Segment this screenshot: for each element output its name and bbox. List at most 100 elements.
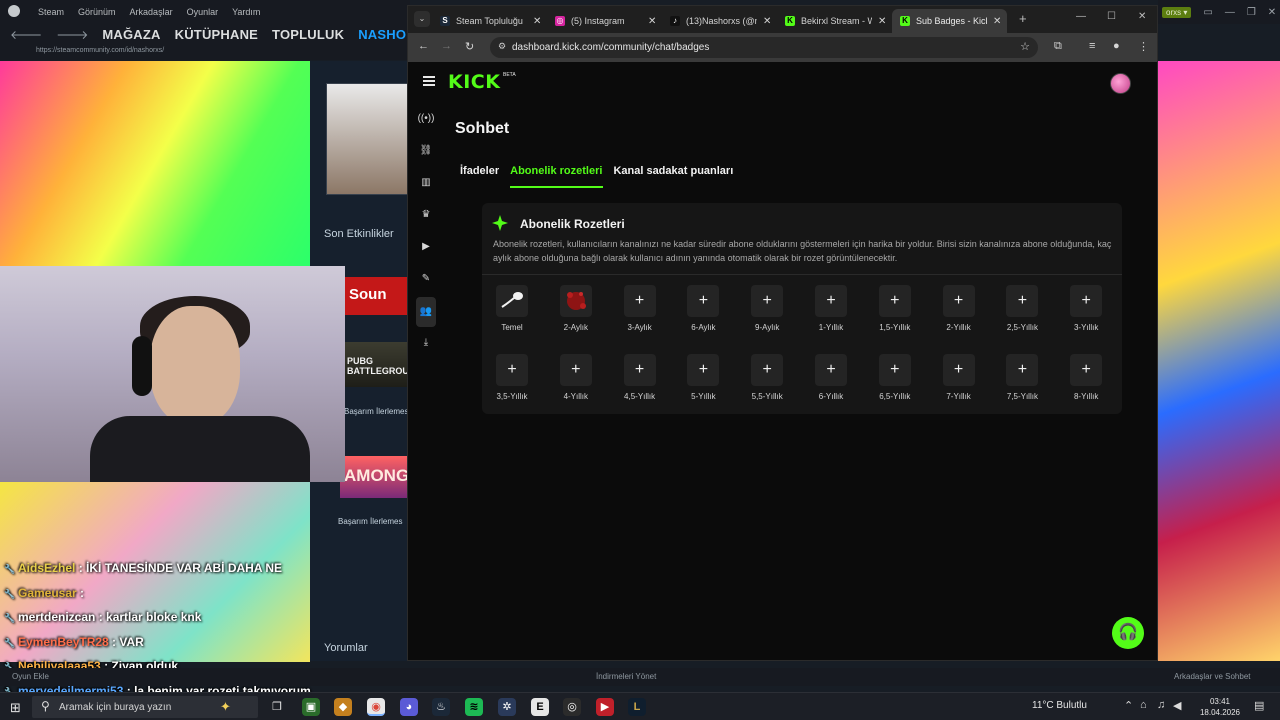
- discord-icon[interactable]: ◕: [400, 698, 418, 716]
- trophy-icon[interactable]: ♛: [416, 205, 436, 225]
- address-url[interactable]: dashboard.kick.com/community/chat/badges: [512, 42, 709, 53]
- restore-icon[interactable]: ❐: [1247, 7, 1256, 18]
- weather-widget[interactable]: 11°C Bulutlu: [1032, 700, 1087, 711]
- browser-tab[interactable]: ♪ (13)Nashorxs (@na ✕: [662, 9, 777, 33]
- youtube-icon[interactable]: ▶: [596, 698, 614, 716]
- browser-menu-icon[interactable]: ⋮: [1138, 40, 1149, 53]
- app-icon[interactable]: ✲: [498, 698, 516, 716]
- tab-search-icon[interactable]: ⌄: [414, 11, 430, 27]
- back-icon[interactable]: ←: [418, 40, 429, 52]
- badge-slot[interactable]: +2,5-Yıllık: [992, 285, 1052, 337]
- browser-tab[interactable]: K Bekirxl Stream - W ✕: [777, 9, 892, 33]
- analytics-icon[interactable]: ▥: [416, 173, 436, 193]
- forward-arrow-icon[interactable]: 🡒: [56, 27, 88, 42]
- download-icon[interactable]: ⤓: [416, 333, 436, 353]
- friends-chat-button[interactable]: Arkadaşlar ve Sohbet: [1174, 672, 1251, 681]
- taskbar-search[interactable]: ⚲ Aramak için buraya yazın ✦: [32, 696, 258, 718]
- steam-user-chip[interactable]: orxs ▾: [1162, 6, 1192, 18]
- add-badge-button[interactable]: +: [1006, 285, 1039, 317]
- network-icon[interactable]: ⌂: [1140, 699, 1147, 711]
- chrome-icon[interactable]: ◉: [367, 698, 385, 716]
- taskbar-clock[interactable]: 03:41 18.04.2026: [1198, 696, 1242, 718]
- minimize-icon[interactable]: —: [1076, 11, 1086, 22]
- add-badge-button[interactable]: +: [496, 354, 528, 386]
- forward-icon[interactable]: →: [441, 40, 452, 52]
- reload-icon[interactable]: ↻: [465, 40, 474, 53]
- wrench-icon[interactable]: ✎: [416, 269, 436, 289]
- new-tab-button[interactable]: +: [1019, 11, 1027, 26]
- add-badge-button[interactable]: +: [751, 354, 784, 386]
- add-badge-button[interactable]: +: [1006, 354, 1039, 386]
- base-badge-image[interactable]: [496, 285, 528, 317]
- steam-menu-help[interactable]: Yardım: [232, 7, 260, 17]
- tab-close-icon[interactable]: ✕: [533, 16, 547, 27]
- back-arrow-icon[interactable]: 🡐: [10, 27, 42, 42]
- windows-start-icon[interactable]: ⊞: [10, 700, 21, 716]
- minimize-icon[interactable]: —: [1225, 7, 1235, 18]
- kick-logo[interactable]: KICK: [448, 71, 500, 93]
- badge-slot[interactable]: +7-Yıllık: [929, 354, 989, 406]
- add-badge-button[interactable]: +: [623, 285, 656, 317]
- browser-tab[interactable]: K Sub Badges - Kick ✕: [892, 9, 1007, 33]
- add-badge-button[interactable]: +: [687, 285, 720, 317]
- epic-icon[interactable]: E: [531, 698, 549, 716]
- obs-icon[interactable]: ◎: [563, 698, 581, 716]
- profile-icon[interactable]: ●: [1113, 40, 1120, 52]
- tray-arrow-icon[interactable]: ⌃: [1124, 699, 1133, 712]
- hamburger-menu-icon[interactable]: [423, 76, 435, 86]
- minecraft-icon[interactable]: ▣: [302, 698, 320, 716]
- close-window-icon[interactable]: ✕: [1138, 11, 1146, 22]
- video-icon[interactable]: ▶: [416, 237, 436, 257]
- add-badge-button[interactable]: +: [559, 354, 592, 386]
- close-icon[interactable]: ✕: [1268, 7, 1276, 18]
- steam-menu-friends[interactable]: Arkadaşlar: [130, 7, 173, 17]
- tab-channel-points[interactable]: Kanal sadakat puanları: [613, 165, 733, 185]
- bookmark-star-icon[interactable]: ☆: [1020, 40, 1030, 53]
- add-badge-button[interactable]: +: [942, 285, 975, 317]
- badge-slot[interactable]: +1-Yıllık: [801, 285, 861, 337]
- add-badge-button[interactable]: +: [751, 285, 784, 317]
- tab-close-icon[interactable]: ✕: [993, 16, 1007, 27]
- badge-slot[interactable]: +3,5-Yıllık: [482, 354, 542, 406]
- add-badge-button[interactable]: +: [942, 354, 975, 386]
- two-month-badge-image[interactable]: [559, 285, 592, 317]
- badge-slot[interactable]: +6-Aylık: [673, 285, 733, 337]
- notification-icon[interactable]: ▤: [1254, 699, 1264, 712]
- extensions-icon[interactable]: ⧉: [1054, 40, 1062, 53]
- add-badge-button[interactable]: +: [815, 354, 847, 386]
- add-badge-button[interactable]: +: [1070, 354, 1103, 386]
- broadcast-icon[interactable]: ((•)): [416, 109, 436, 129]
- badge-slot[interactable]: +3-Aylık: [610, 285, 670, 337]
- badge-slot[interactable]: +4-Yıllık: [546, 354, 606, 406]
- maximize-icon[interactable]: ☐: [1107, 11, 1116, 22]
- add-badge-button[interactable]: +: [878, 354, 911, 386]
- add-badge-button[interactable]: +: [687, 354, 720, 386]
- steam-icon[interactable]: ♨: [432, 698, 450, 716]
- tab-close-icon[interactable]: ✕: [763, 16, 777, 27]
- league-icon[interactable]: L: [628, 698, 646, 716]
- link-icon[interactable]: ⛓: [416, 141, 436, 161]
- add-badge-button[interactable]: +: [815, 285, 847, 317]
- badge-slot[interactable]: +2-Yıllık: [929, 285, 989, 337]
- task-view-icon[interactable]: ❐: [268, 698, 286, 716]
- tab-close-icon[interactable]: ✕: [648, 16, 662, 27]
- steam-menu-steam[interactable]: Steam: [38, 7, 64, 17]
- tab-subscription-badges[interactable]: Abonelik rozetleri: [510, 165, 602, 185]
- badge-slot[interactable]: +1,5-Yıllık: [865, 285, 925, 337]
- steam-nav-store[interactable]: MAĞAZA: [102, 27, 160, 42]
- spotify-icon[interactable]: ≋: [465, 698, 483, 716]
- badge-slot[interactable]: +9-Aylık: [737, 285, 797, 337]
- badge-slot[interactable]: +8-Yıllık: [1056, 354, 1116, 406]
- add-game-button[interactable]: Oyun Ekle: [12, 672, 49, 681]
- badge-slot[interactable]: +4,5-Yıllık: [610, 354, 670, 406]
- badge-slot[interactable]: 2-Aylık: [546, 285, 606, 337]
- badge-slot[interactable]: +6-Yıllık: [801, 354, 861, 406]
- microphone-icon[interactable]: ♫: [1157, 699, 1165, 711]
- tab-close-icon[interactable]: ✕: [878, 16, 892, 27]
- address-bar[interactable]: ⚙ dashboard.kick.com/community/chat/badg…: [490, 37, 1038, 58]
- monitor-icon[interactable]: ▭: [1203, 7, 1212, 18]
- badge-slot[interactable]: +5-Yıllık: [673, 354, 733, 406]
- badge-slot[interactable]: +5,5-Yıllık: [737, 354, 797, 406]
- avatar[interactable]: [1110, 73, 1131, 94]
- tab-emotes[interactable]: İfadeler: [460, 165, 499, 185]
